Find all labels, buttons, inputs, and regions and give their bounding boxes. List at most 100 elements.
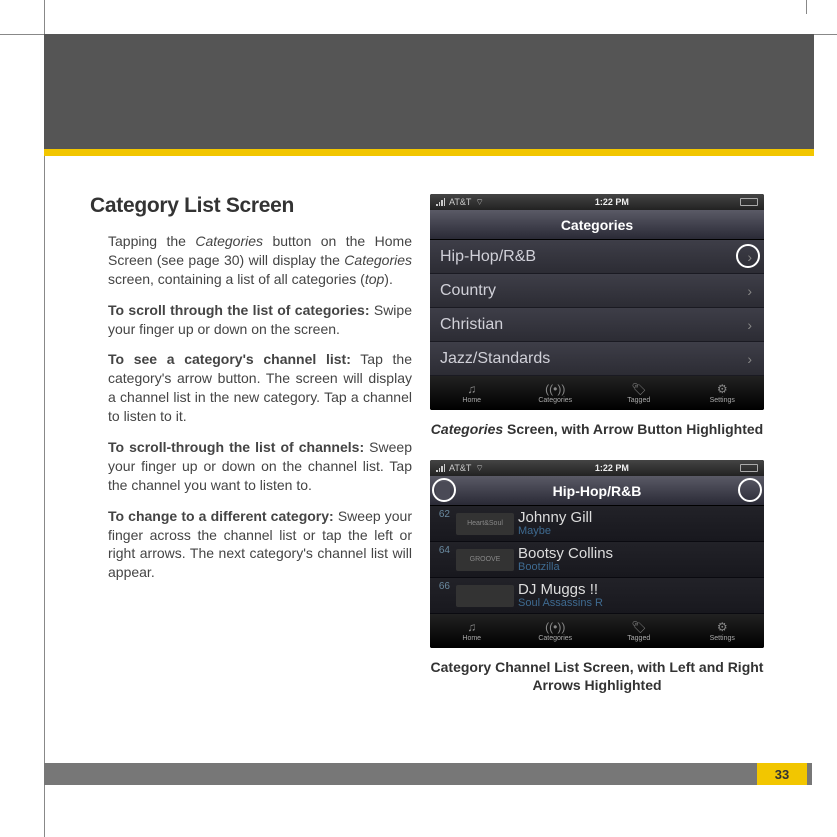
page: Category List Screen Tapping the Categor… (0, 0, 837, 837)
header-band (44, 34, 814, 149)
channel-artist: DJ Muggs !! (518, 582, 603, 597)
chevron-right-icon[interactable]: › (747, 249, 752, 265)
tab-categories[interactable]: ((•))Categories (514, 376, 598, 410)
channel-number: 66 (430, 578, 452, 592)
text: ). (384, 271, 393, 287)
crop-tick (806, 0, 807, 14)
categories-screenshot: AT&T ⌔ 1:22 PM Categories Hip-Hop/R&B › … (430, 194, 764, 410)
category-label: Country (440, 282, 496, 300)
tab-tagged[interactable]: 🏷Tagged (597, 614, 681, 648)
text-bold: To see a category's channel list: (108, 351, 351, 367)
channel-row[interactable]: 66 DJ Muggs !! Soul Assassins R (430, 578, 764, 614)
text-italic: Categories (195, 233, 263, 249)
page-title: Category List Screen (90, 194, 412, 218)
nav-title: Hip-Hop/R&B (553, 483, 642, 499)
page-number: 33 (775, 767, 789, 782)
tab-bar: ♫Home ((•))Categories 🏷Tagged ⚙Settings (430, 376, 764, 410)
tab-home[interactable]: ♫Home (430, 376, 514, 410)
channel-artist: Bootsy Collins (518, 546, 613, 561)
tab-label: Categories (538, 397, 572, 404)
caption-italic: Categories (431, 421, 503, 437)
tab-label: Settings (710, 397, 735, 404)
caption-text: Screen, with Arrow Button Highlighted (503, 421, 763, 437)
accent-stripe (44, 149, 814, 156)
category-row[interactable]: Christian › (430, 308, 764, 342)
arrow-right-icon[interactable] (744, 482, 758, 500)
category-label: Christian (440, 316, 503, 334)
left-column: Category List Screen Tapping the Categor… (90, 194, 412, 717)
channel-song: Bootzilla (518, 561, 613, 574)
text: Tapping the (108, 233, 195, 249)
channel-logo: Heart&Soul (456, 513, 514, 535)
signal-icon (436, 198, 445, 206)
content: Category List Screen Tapping the Categor… (90, 194, 770, 717)
carrier-label: AT&T (449, 463, 471, 473)
music-note-icon: ♫ (467, 382, 476, 396)
tab-categories[interactable]: ((•))Categories (514, 614, 598, 648)
channel-list-screenshot: AT&T ⌔ 1:22 PM Hip-Hop/R&B 62 Heart&Soul (430, 460, 764, 648)
channel-row[interactable]: 64 GROOVE Bootsy Collins Bootzilla (430, 542, 764, 578)
text: screen, containing a list of all categor… (108, 271, 365, 287)
music-note-icon: ♫ (467, 620, 476, 634)
status-time: 1:22 PM (488, 197, 736, 207)
channel-logo (456, 585, 514, 607)
screenshot-caption-2: Category Channel List Screen, with Left … (430, 658, 764, 694)
gear-icon: ⚙ (717, 382, 728, 396)
text-italic: top (365, 271, 384, 287)
text-bold: To change to a different category: (108, 508, 334, 524)
tab-bar: ♫Home ((•))Categories 🏷Tagged ⚙Settings (430, 614, 764, 648)
status-time: 1:22 PM (488, 463, 736, 473)
paragraph-see-channels: To see a category's channel list: Tap th… (90, 350, 412, 426)
text-bold: To scroll-through the list of channels: (108, 439, 364, 455)
nav-bar: Categories (430, 210, 764, 240)
tab-settings[interactable]: ⚙Settings (681, 614, 765, 648)
paragraph-scroll-categories: To scroll through the list of categories… (90, 301, 412, 339)
battery-icon (740, 198, 758, 206)
carrier-label: AT&T (449, 197, 471, 207)
channel-text: DJ Muggs !! Soul Assassins R (518, 582, 603, 610)
tab-label: Categories (538, 635, 572, 642)
chevron-right-icon[interactable]: › (747, 283, 752, 299)
text-italic: Categories (344, 252, 412, 268)
tab-label: Settings (710, 635, 735, 642)
tab-tagged[interactable]: 🏷Tagged (597, 376, 681, 410)
tab-label: Home (462, 397, 481, 404)
text-bold: To scroll through the list of categories… (108, 302, 370, 318)
channel-row[interactable]: 62 Heart&Soul Johnny Gill Maybe (430, 506, 764, 542)
tab-settings[interactable]: ⚙Settings (681, 376, 765, 410)
arrow-left-icon[interactable] (436, 482, 450, 500)
channel-text: Johnny Gill Maybe (518, 510, 592, 538)
paragraph-intro: Tapping the Categories button on the Hom… (90, 232, 412, 289)
category-row[interactable]: Country › (430, 274, 764, 308)
category-row[interactable]: Hip-Hop/R&B › (430, 240, 764, 274)
category-label: Jazz/Standards (440, 350, 550, 368)
chevron-right-icon[interactable]: › (747, 351, 752, 367)
wifi-icon: ⌔ (475, 197, 483, 208)
paragraph-scroll-channels: To scroll-through the list of channels: … (90, 438, 412, 495)
status-bar: AT&T ⌔ 1:22 PM (430, 460, 764, 476)
tab-label: Tagged (627, 635, 650, 642)
category-label: Hip-Hop/R&B (440, 248, 536, 266)
nav-bar: Hip-Hop/R&B (430, 476, 764, 506)
screenshot-caption-1: Categories Screen, with Arrow Button Hig… (430, 420, 764, 438)
chevron-right-icon[interactable]: › (747, 317, 752, 333)
channel-artist: Johnny Gill (518, 510, 592, 525)
signal-icon (436, 464, 445, 472)
battery-icon (740, 464, 758, 472)
categories-icon: ((•)) (545, 382, 565, 396)
paragraph-change-category: To change to a different category: Sweep… (90, 507, 412, 583)
nav-title: Categories (561, 217, 633, 233)
page-number-badge: 33 (757, 763, 807, 785)
tag-icon: 🏷 (631, 620, 646, 634)
channel-number: 64 (430, 542, 452, 556)
tag-icon: 🏷 (631, 382, 646, 396)
channel-logo: GROOVE (456, 549, 514, 571)
tab-home[interactable]: ♫Home (430, 614, 514, 648)
status-bar: AT&T ⌔ 1:22 PM (430, 194, 764, 210)
category-row[interactable]: Jazz/Standards › (430, 342, 764, 376)
channel-song: Maybe (518, 525, 592, 538)
wifi-icon: ⌔ (475, 463, 483, 474)
channel-song: Soul Assassins R (518, 597, 603, 610)
channel-number: 62 (430, 506, 452, 520)
tab-label: Home (462, 635, 481, 642)
